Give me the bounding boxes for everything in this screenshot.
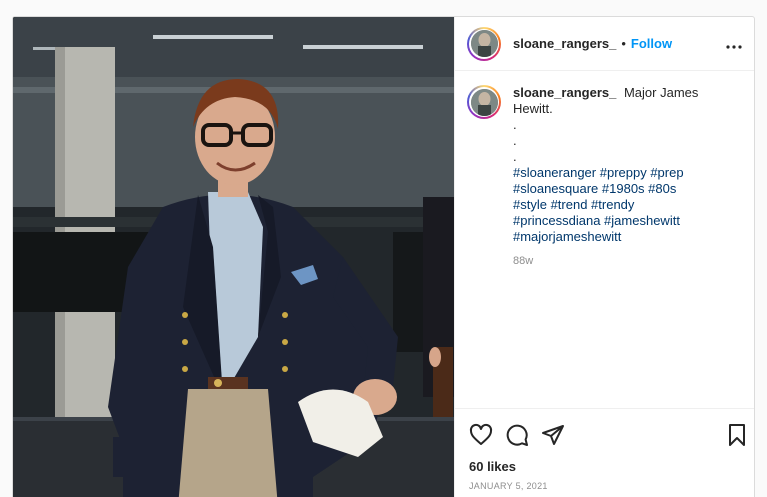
bookmark-icon[interactable] — [725, 423, 749, 447]
caption-body: sloane_rangers_ Major James Hewitt. . . … — [513, 85, 740, 408]
caption-dots: . . . — [513, 117, 740, 165]
action-bar — [469, 423, 749, 447]
post-side-panel: sloane_rangers_ • Follow sloane_rangers_… — [454, 17, 754, 497]
heart-icon[interactable] — [469, 423, 493, 447]
post-modal: sloane_rangers_ • Follow sloane_rangers_… — [12, 16, 755, 497]
caption-dot: . — [513, 117, 517, 132]
caption-dot: . — [513, 133, 517, 148]
comment-icon[interactable] — [505, 423, 529, 447]
header-username[interactable]: sloane_rangers_ — [513, 36, 616, 51]
more-options-icon[interactable] — [726, 33, 742, 54]
likes-count[interactable]: 60 likes — [469, 459, 516, 474]
avatar-image — [470, 88, 498, 116]
paper-plane-icon[interactable] — [541, 423, 565, 447]
avatar[interactable] — [467, 26, 501, 61]
caption-username[interactable]: sloane_rangers_ — [513, 85, 616, 100]
caption-dot: . — [513, 149, 517, 164]
caption-avatar[interactable] — [467, 85, 501, 119]
separator-dot: • — [621, 36, 626, 51]
post-header: sloane_rangers_ • Follow — [455, 17, 754, 71]
post-photo[interactable] — [13, 17, 454, 497]
post-caption: sloane_rangers_ Major James Hewitt. . . … — [455, 71, 754, 408]
caption-hashtags[interactable]: #sloaneranger #preppy #prep #sloanesquar… — [513, 165, 713, 245]
post-time-ago: 88w — [513, 255, 534, 267]
follow-button[interactable]: Follow — [631, 36, 672, 51]
post-date: JANUARY 5, 2021 — [469, 481, 548, 491]
avatar-image — [470, 30, 498, 57]
post-actions-area: 60 likes JANUARY 5, 2021 — [455, 408, 754, 497]
